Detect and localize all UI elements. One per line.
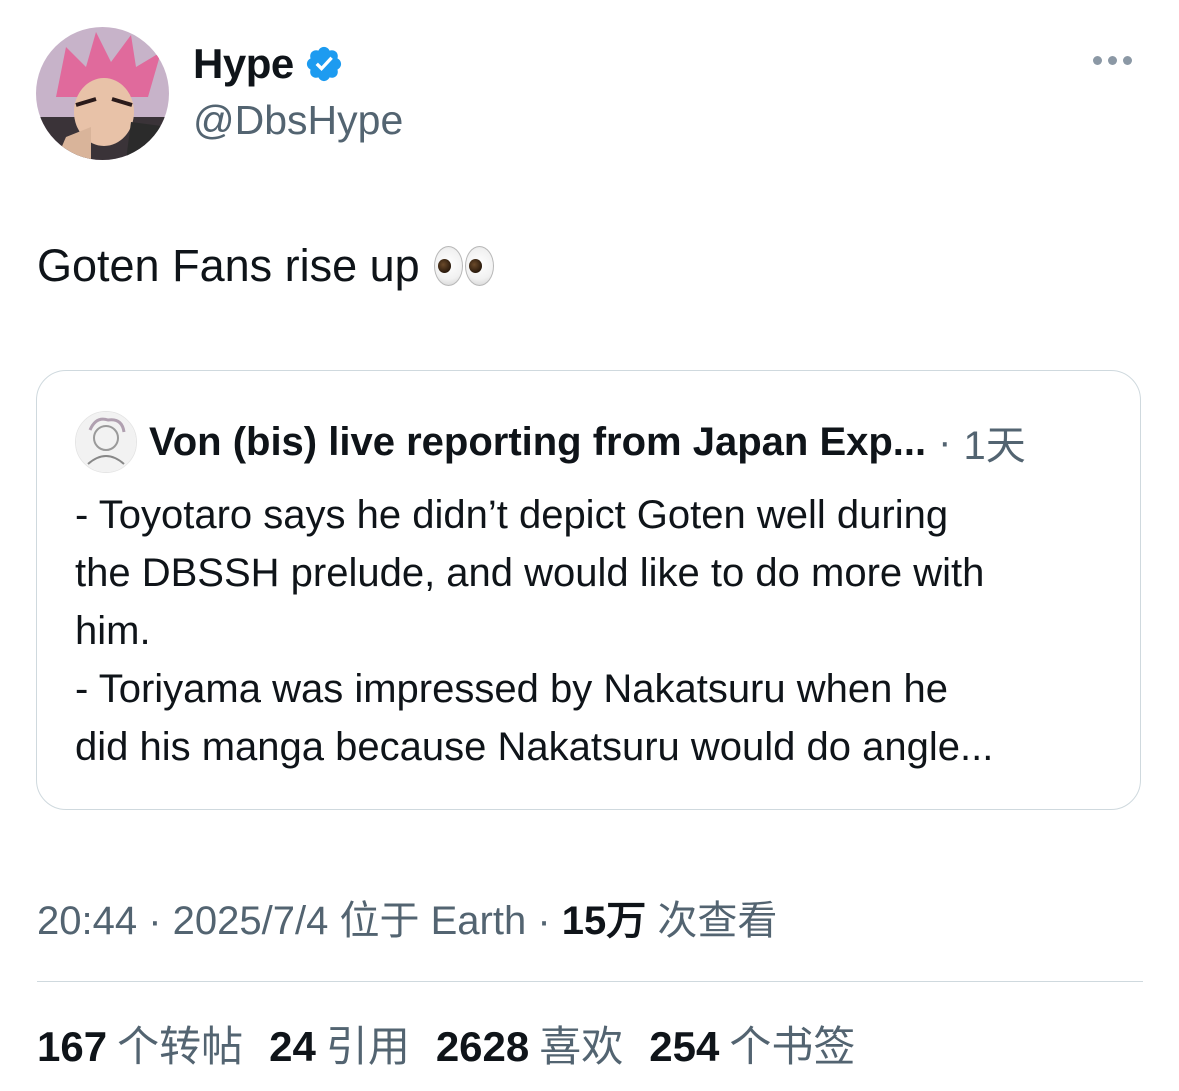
quoted-author-name: Von (bis) live reporting from Japan Exp.…: [149, 419, 927, 464]
quoted-line: him.: [75, 609, 151, 653]
meta-separator: ·: [526, 899, 562, 943]
tweet-text-content: Goten Fans rise up: [37, 240, 420, 291]
bookmarks-count: 254: [649, 1023, 720, 1070]
quoted-line: - Toriyama was impressed by Nakatsuru wh…: [75, 667, 948, 711]
views-count[interactable]: 15万: [562, 899, 647, 943]
quotes-label: 引用: [325, 1023, 410, 1070]
quoted-line: did his manga because Nakatsuru would do…: [75, 725, 994, 769]
quoted-time: 1天: [963, 424, 1026, 468]
more-options-button[interactable]: [1093, 56, 1132, 65]
retweets-label: 个转帖: [117, 1023, 244, 1070]
tweet-date[interactable]: 2025/7/4: [173, 899, 329, 943]
quoted-line: - Toyotaro says he didn’t depict Goten w…: [75, 493, 949, 537]
bookmarks-label: 个书签: [729, 1023, 856, 1070]
retweets-stat[interactable]: 167 个转帖: [37, 1013, 243, 1074]
eyes-emoji-icon: [433, 246, 494, 286]
avatar-image: [36, 27, 169, 160]
verified-badge-icon: [304, 44, 344, 84]
views-label: 次查看: [646, 899, 778, 943]
more-dot-icon: [1123, 56, 1132, 65]
more-dot-icon: [1093, 56, 1102, 65]
tweet-time[interactable]: 20:44: [37, 899, 137, 943]
bookmarks-stat[interactable]: 254 个书签: [649, 1013, 855, 1074]
retweets-count: 167: [37, 1023, 108, 1070]
quoted-tweet-card[interactable]: Von (bis) live reporting from Japan Exp.…: [36, 370, 1141, 810]
author-name-row: Hype: [193, 40, 344, 88]
quoted-tweet-body: - Toyotaro says he didn’t depict Goten w…: [75, 486, 1115, 776]
quoted-author-avatar: [75, 411, 137, 473]
likes-label: 喜欢: [539, 1023, 624, 1070]
tweet-text: Goten Fans rise up: [37, 240, 494, 292]
tweet-meta: 20:44 · 2025/7/4 位于 Earth · 15万 次查看: [37, 888, 777, 946]
tweet-location: 位于 Earth: [328, 899, 527, 943]
author-handle[interactable]: @DbsHype: [193, 97, 403, 144]
author-avatar[interactable]: [36, 27, 169, 160]
likes-stat[interactable]: 2628 喜欢: [436, 1013, 623, 1074]
quotes-count: 24: [269, 1023, 316, 1070]
more-dot-icon: [1108, 56, 1117, 65]
likes-count: 2628: [435, 1023, 530, 1070]
quoted-line: the DBSSH prelude, and would like to do …: [75, 551, 985, 595]
quoted-separator: ·: [938, 419, 952, 464]
engagement-stats: 167 个转帖 24 引用 2628 喜欢 254 个书签: [37, 1013, 855, 1074]
quotes-stat[interactable]: 24 引用: [269, 1013, 410, 1074]
divider: [37, 981, 1143, 982]
meta-separator: ·: [137, 899, 173, 943]
author-display-name[interactable]: Hype: [193, 40, 294, 88]
quoted-tweet-header: Von (bis) live reporting from Japan Exp.…: [75, 411, 1026, 473]
